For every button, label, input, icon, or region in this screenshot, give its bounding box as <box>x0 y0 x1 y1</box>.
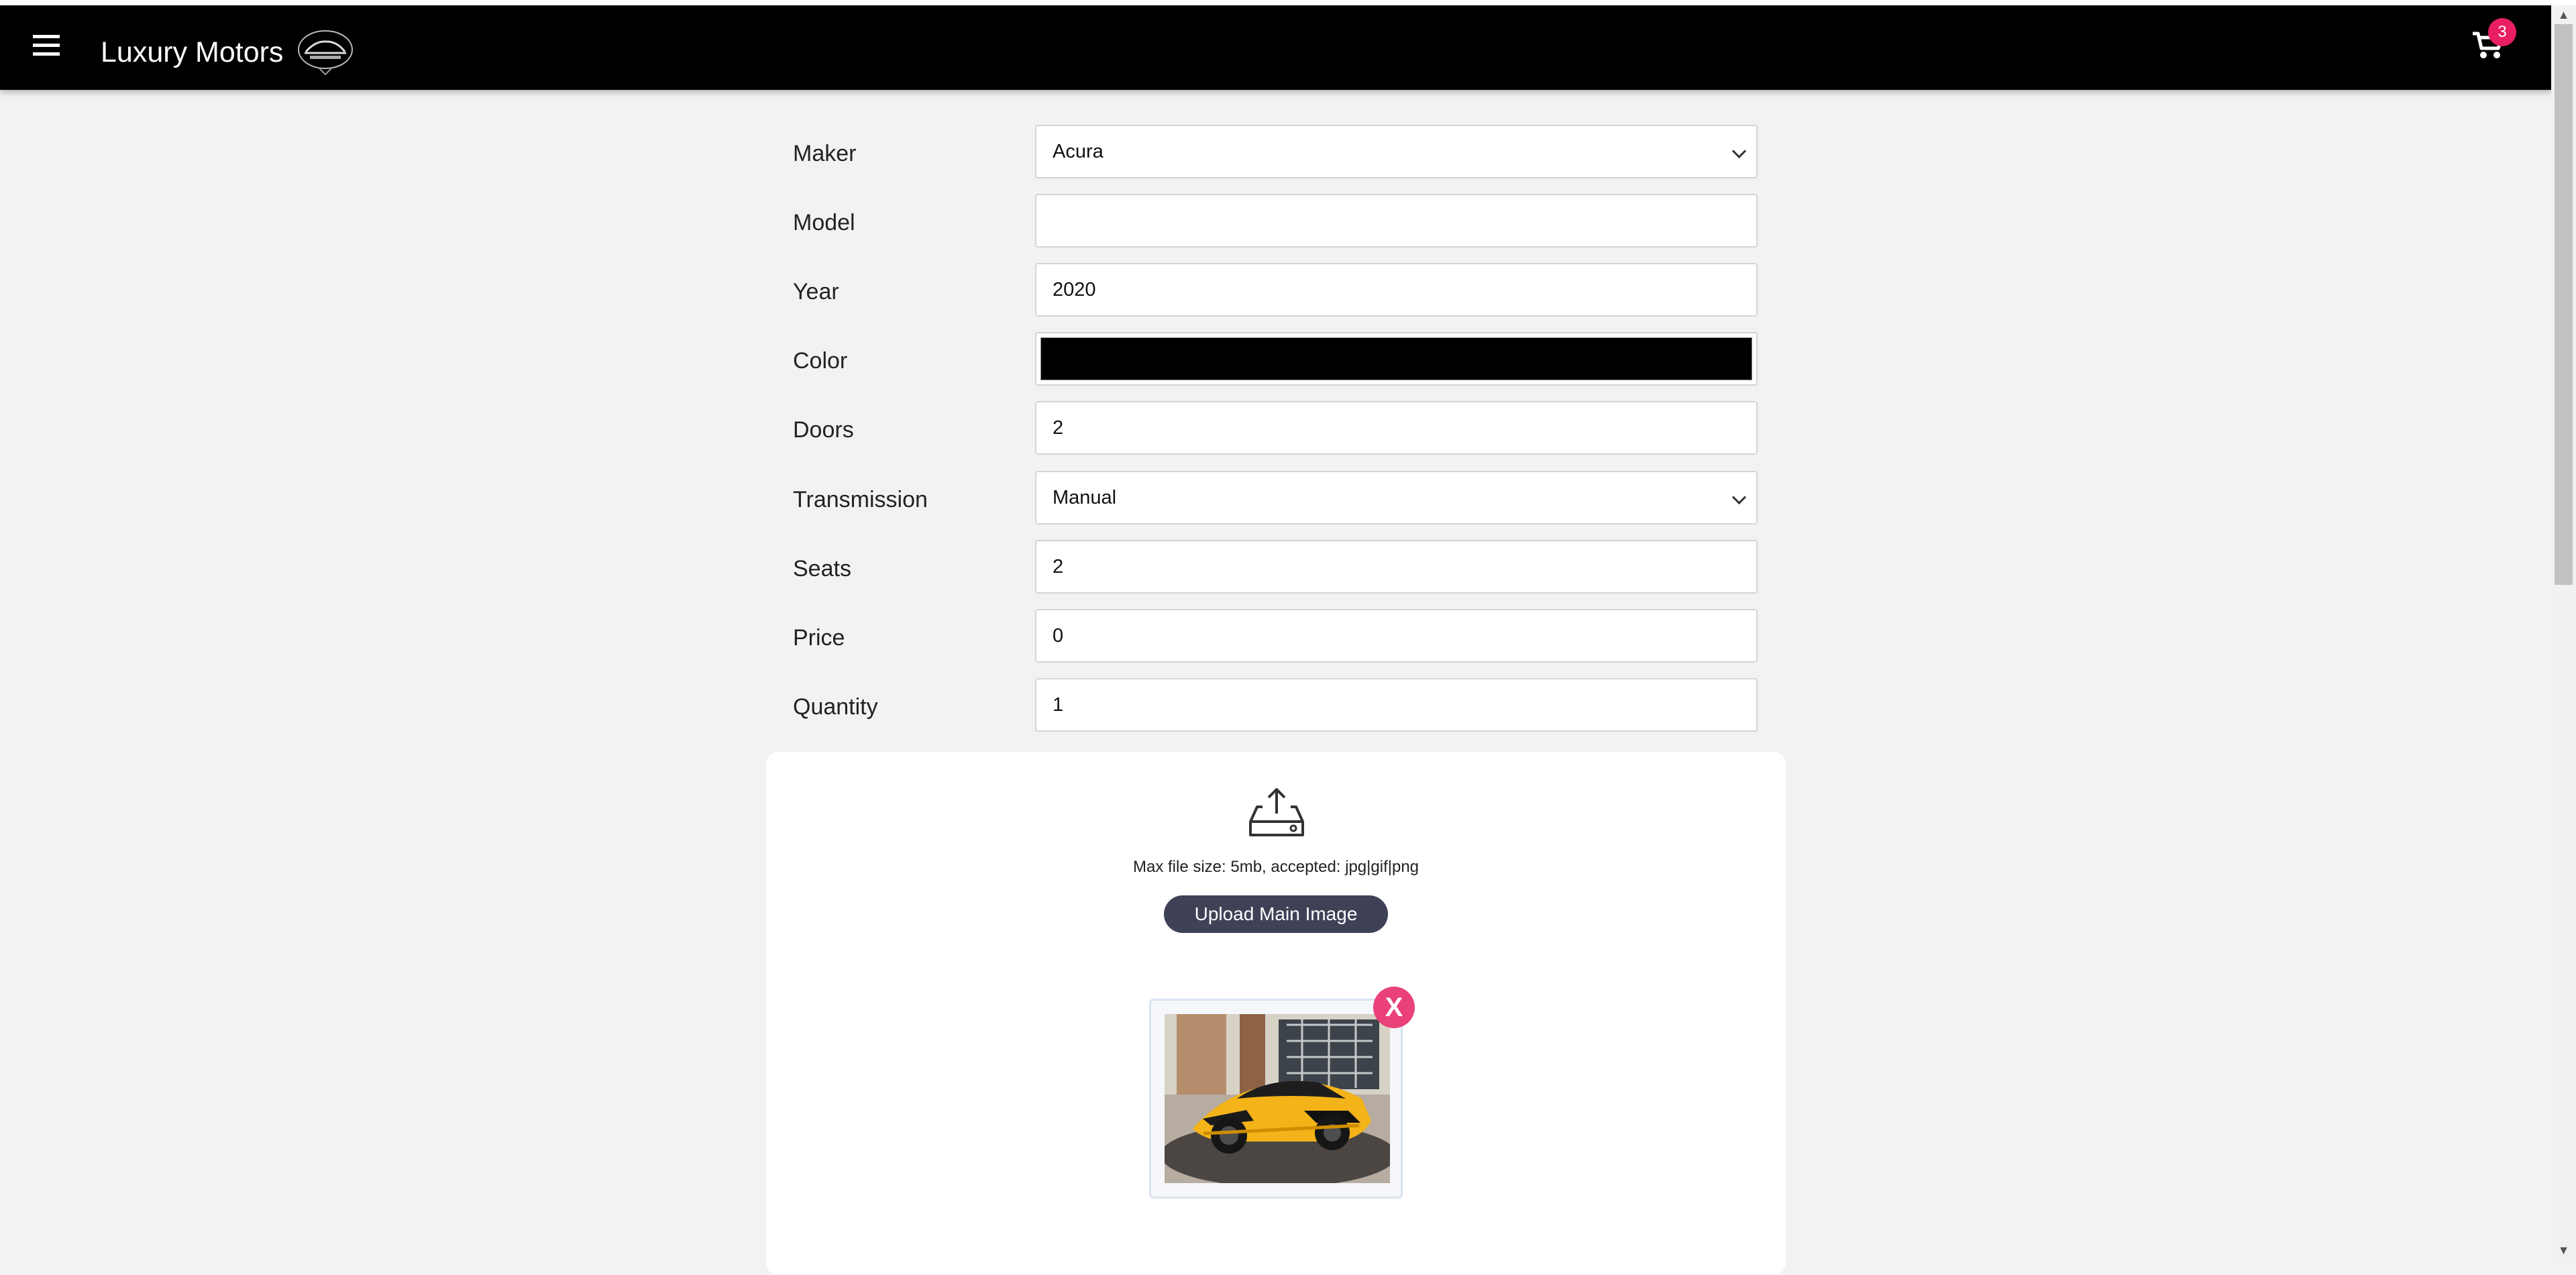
quantity-label: Quantity <box>793 694 878 720</box>
color-row: Color <box>793 332 1759 388</box>
year-input[interactable]: 2020 <box>1035 263 1758 317</box>
seats-input[interactable]: 2 <box>1035 540 1758 594</box>
window-top-strip <box>0 0 2576 5</box>
upload-tray-icon <box>1249 788 1304 836</box>
upload-constraints-text: Max file size: 5mb, accepted: jpg|gif|pn… <box>1132 858 1419 876</box>
remove-image-button[interactable]: X <box>1373 987 1415 1028</box>
scroll-thumb[interactable] <box>2555 24 2573 585</box>
image-upload-card: Max file size: 5mb, accepted: jpg|gif|pn… <box>766 752 1786 1275</box>
brand-logo-icon <box>298 30 354 76</box>
transmission-select[interactable]: Manual <box>1035 471 1758 524</box>
doors-row: Doors 2 <box>793 401 1759 457</box>
brand[interactable]: Luxury Motors <box>101 30 356 76</box>
doors-input[interactable]: 2 <box>1035 401 1758 455</box>
seats-row: Seats 2 <box>793 540 1759 596</box>
menu-icon[interactable] <box>30 35 66 62</box>
color-label: Color <box>793 348 848 374</box>
model-row: Model <box>793 194 1759 250</box>
doors-label: Doors <box>793 417 854 443</box>
app-bar: Luxury Motors <box>0 5 2551 90</box>
quantity-input[interactable]: 1 <box>1035 678 1758 732</box>
cart-count-badge: 3 <box>2488 18 2516 46</box>
color-swatch <box>1040 337 1752 380</box>
car-preview-image <box>1165 1014 1390 1183</box>
color-picker[interactable] <box>1035 332 1758 386</box>
maker-row: Maker Acura <box>793 125 1759 181</box>
price-input[interactable]: 0 <box>1035 609 1758 663</box>
scroll-up-arrow-icon[interactable]: ▲ <box>2555 7 2573 23</box>
transmission-label: Transmission <box>793 487 928 512</box>
scroll-down-arrow-icon[interactable]: ▼ <box>2555 1242 2573 1258</box>
image-preview-frame <box>1149 999 1403 1199</box>
price-label: Price <box>793 625 845 651</box>
year-row: Year 2020 <box>793 263 1759 319</box>
seats-label: Seats <box>793 556 851 581</box>
maker-label: Maker <box>793 141 857 166</box>
brand-title: Luxury Motors <box>101 36 284 68</box>
price-row: Price 0 <box>793 609 1759 665</box>
model-input[interactable] <box>1035 194 1758 247</box>
quantity-row: Quantity 1 <box>793 678 1759 734</box>
model-label: Model <box>793 210 855 235</box>
year-label: Year <box>793 279 839 304</box>
transmission-row: Transmission Manual <box>793 471 1759 527</box>
maker-select[interactable]: Acura <box>1035 125 1758 178</box>
upload-main-image-button[interactable]: Upload Main Image <box>1164 895 1388 933</box>
